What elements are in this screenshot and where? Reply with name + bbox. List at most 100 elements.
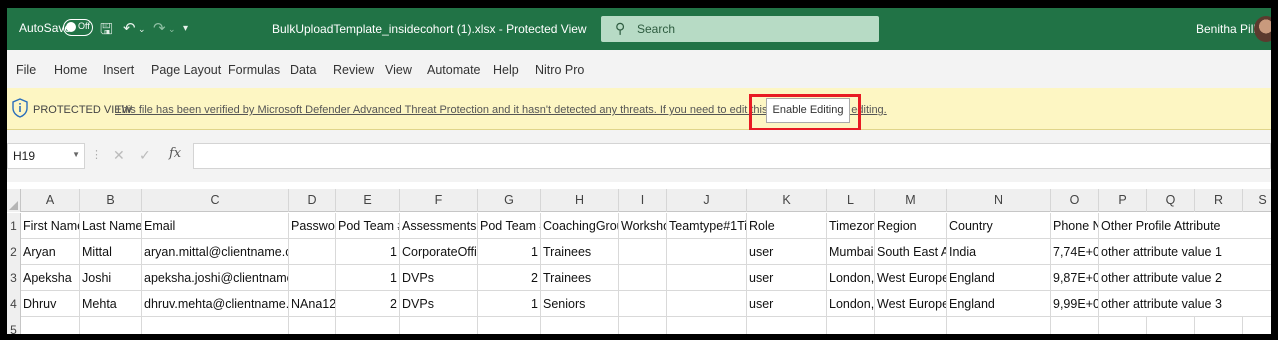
cell[interactable]: 1 [478, 291, 541, 317]
cell[interactable]: 1 [336, 239, 400, 265]
cell[interactable] [142, 317, 289, 334]
column-header[interactable]: O [1051, 189, 1099, 212]
tab-page-layout[interactable]: Page Layout [151, 63, 221, 77]
cell[interactable] [1051, 317, 1099, 334]
cell[interactable]: Last Name [80, 213, 142, 239]
save-icon[interactable]: 🖫 [100, 19, 113, 44]
cell[interactable]: CorporateOffice [400, 239, 478, 265]
column-header[interactable]: L [827, 189, 875, 212]
tab-data[interactable]: Data [290, 63, 316, 77]
column-header[interactable]: J [667, 189, 747, 212]
cell[interactable] [1243, 213, 1271, 239]
column-header[interactable]: F [400, 189, 478, 212]
cell[interactable] [667, 291, 747, 317]
cell[interactable]: Role [747, 213, 827, 239]
cell[interactable] [289, 239, 336, 265]
cell[interactable] [400, 317, 478, 334]
cell[interactable]: other attribute value 3 [1099, 291, 1243, 317]
tab-file[interactable]: File [16, 63, 36, 77]
undo-icon[interactable]: ↶ [123, 19, 136, 37]
cell[interactable] [747, 317, 827, 334]
cell[interactable] [875, 317, 947, 334]
insert-function-icon[interactable]: fx [169, 146, 181, 161]
cell[interactable]: Mittal [80, 239, 142, 265]
cell[interactable] [1243, 317, 1271, 334]
cell[interactable]: user [747, 265, 827, 291]
cell[interactable]: 2 [478, 265, 541, 291]
row-header[interactable]: 1 [7, 213, 21, 239]
column-header[interactable]: C [142, 189, 289, 212]
cell[interactable] [827, 317, 875, 334]
cell[interactable] [667, 317, 747, 334]
cell[interactable]: Assessments [400, 213, 478, 239]
cell[interactable]: Seniors [541, 291, 619, 317]
cell[interactable] [1243, 291, 1271, 317]
cell[interactable]: 7,74E+09 [1051, 239, 1099, 265]
cell[interactable] [541, 317, 619, 334]
column-header[interactable]: A [21, 189, 80, 212]
cell[interactable]: other attribute value 2 [1099, 265, 1243, 291]
more-options-icon[interactable]: ⋮ [91, 148, 102, 161]
redo-icon[interactable]: ↷ [153, 19, 166, 37]
cell[interactable]: DVPs [400, 265, 478, 291]
column-header[interactable]: K [747, 189, 827, 212]
cell[interactable]: Trainees [541, 239, 619, 265]
column-header[interactable]: H [541, 189, 619, 212]
redo-dropdown-icon[interactable]: ⌄ [168, 24, 176, 35]
cell[interactable]: DVPs [400, 291, 478, 317]
cell[interactable]: 1 [478, 239, 541, 265]
cell[interactable]: Country [947, 213, 1051, 239]
user-avatar[interactable] [1254, 16, 1271, 42]
cell[interactable]: Workshop [619, 213, 667, 239]
cell[interactable]: Teamtype#1Title [667, 213, 747, 239]
cell[interactable] [1243, 265, 1271, 291]
row-header[interactable]: 5 [7, 317, 21, 334]
column-header[interactable]: Q [1147, 189, 1195, 212]
column-header[interactable]: M [875, 189, 947, 212]
cell[interactable] [478, 317, 541, 334]
cell[interactable]: West Europe [875, 265, 947, 291]
cell[interactable] [80, 317, 142, 334]
cell[interactable]: First Name [21, 213, 80, 239]
tab-view[interactable]: View [385, 63, 412, 77]
cell[interactable]: London, U [827, 291, 875, 317]
cell[interactable]: 9,87E+09 [1051, 265, 1099, 291]
cell[interactable]: user [747, 291, 827, 317]
cell[interactable]: Region [875, 213, 947, 239]
tab-review[interactable]: Review [333, 63, 374, 77]
column-header[interactable]: N [947, 189, 1051, 212]
cell[interactable]: Mehta [80, 291, 142, 317]
cell[interactable]: Other Profile Attribute [1099, 213, 1243, 239]
formula-input[interactable] [193, 143, 1271, 169]
column-header[interactable]: S [1243, 189, 1271, 212]
cell[interactable]: Mumbai, I [827, 239, 875, 265]
search-box[interactable]: ⚲ Search [601, 16, 879, 42]
row-header[interactable]: 2 [7, 239, 21, 265]
cell[interactable] [947, 317, 1051, 334]
cell[interactable]: Trainees [541, 265, 619, 291]
cell[interactable]: Password [289, 213, 336, 239]
column-header[interactable]: D [289, 189, 336, 212]
tab-automate[interactable]: Automate [427, 63, 481, 77]
column-header[interactable]: B [80, 189, 142, 212]
column-header[interactable]: E [336, 189, 400, 212]
cell[interactable] [667, 239, 747, 265]
cell[interactable]: 2 [336, 291, 400, 317]
cell[interactable] [619, 265, 667, 291]
cell[interactable]: Joshi [80, 265, 142, 291]
column-header[interactable]: P [1099, 189, 1147, 212]
autosave-toggle[interactable]: Off [63, 19, 93, 36]
cell[interactable]: Phone Nu [1051, 213, 1099, 239]
cell[interactable]: NAna12$ [289, 291, 336, 317]
cell[interactable]: user [747, 239, 827, 265]
cell[interactable] [1147, 317, 1195, 334]
cell[interactable]: aryan.mittal@clientname.com [142, 239, 289, 265]
cell[interactable] [619, 317, 667, 334]
cell[interactable]: 1 [336, 265, 400, 291]
enable-editing-button[interactable]: Enable Editing [766, 98, 850, 123]
cell[interactable]: other attribute value 1 [1099, 239, 1243, 265]
undo-dropdown-icon[interactable]: ⌄ [138, 24, 146, 35]
cell[interactable] [21, 317, 80, 334]
cell[interactable]: apeksha.joshi@clientname.com [142, 265, 289, 291]
cell[interactable] [1099, 317, 1147, 334]
